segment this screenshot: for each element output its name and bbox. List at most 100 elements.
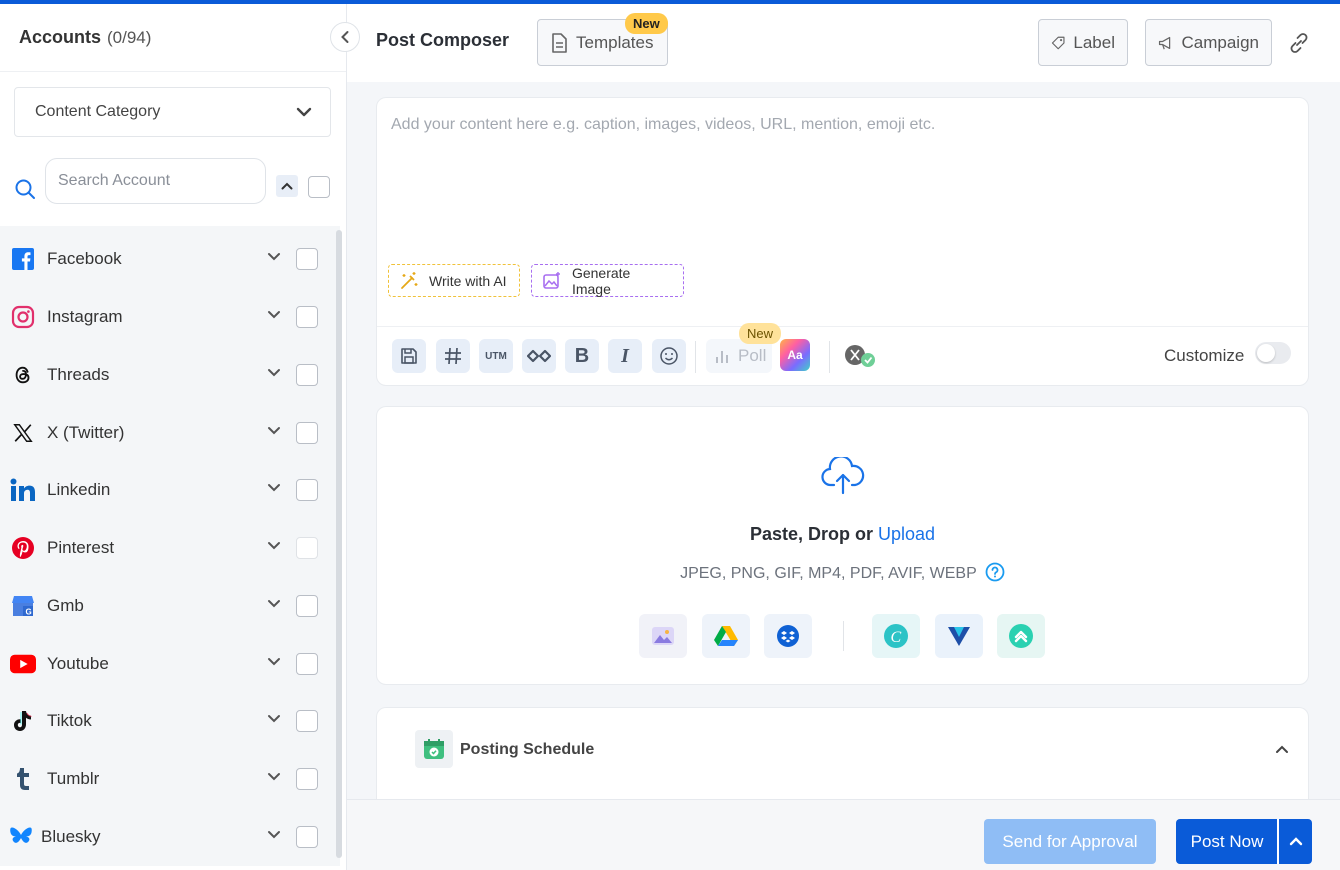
search-account-input[interactable] (45, 158, 266, 204)
bold-button[interactable]: B (565, 339, 599, 373)
shortlink-button[interactable] (522, 339, 556, 373)
x-twitter-icon (10, 420, 36, 446)
account-checkbox[interactable] (296, 652, 318, 675)
content-textarea[interactable] (391, 116, 1291, 236)
chevron-down-icon[interactable] (267, 599, 281, 608)
chevron-down-icon[interactable] (267, 252, 281, 261)
chevron-up-icon (1289, 837, 1302, 846)
chevron-left-icon (341, 31, 349, 43)
canva-icon: C (884, 624, 908, 648)
floppy-disk-icon (401, 348, 417, 364)
account-row-linkedin[interactable]: Linkedin (0, 461, 336, 518)
upload-link[interactable]: Upload (878, 524, 935, 544)
label-button[interactable]: Label (1038, 19, 1128, 66)
account-checkbox[interactable] (296, 825, 318, 848)
account-row-bluesky[interactable]: Bluesky (0, 808, 336, 865)
account-checkbox[interactable] (296, 594, 318, 617)
font-style-button[interactable]: Aa (780, 339, 810, 371)
account-checkbox[interactable] (296, 363, 318, 386)
poll-new-badge: New (739, 323, 782, 344)
magic-wand-icon (401, 271, 418, 289)
account-row-tumblr[interactable]: Tumblr (0, 750, 336, 807)
chevron-down-icon[interactable] (267, 426, 281, 435)
page-title: Post Composer (376, 30, 510, 50)
account-checkbox[interactable] (296, 767, 318, 790)
accounts-scrollbar[interactable] (336, 230, 342, 858)
utm-button[interactable]: UTM (479, 339, 513, 373)
content-category-label: Content Category (35, 103, 161, 120)
customize-toggle[interactable] (1255, 342, 1291, 364)
generate-image-button[interactable]: Generate Image (531, 264, 684, 297)
account-row-pinterest[interactable]: Pinterest (0, 519, 336, 576)
help-circle-icon[interactable] (985, 562, 1005, 582)
chevron-down-icon[interactable] (267, 541, 281, 550)
chain-diamond-icon (527, 349, 551, 363)
chevron-down-icon[interactable] (267, 830, 281, 839)
campaign-button-text: Campaign (1181, 32, 1260, 52)
chevron-up-icon[interactable] (1275, 745, 1289, 754)
post-options-button[interactable] (1279, 819, 1312, 864)
account-checkbox[interactable] (296, 709, 318, 732)
instagram-icon (10, 304, 36, 330)
poll-button[interactable]: Poll (706, 339, 772, 373)
send-for-approval-button[interactable]: Send for Approval (984, 819, 1156, 864)
account-row-youtube[interactable]: Youtube (0, 635, 336, 692)
account-name: Youtube (47, 653, 109, 673)
chevron-down-icon[interactable] (267, 483, 281, 492)
vistacreate-button[interactable] (935, 614, 983, 658)
account-checkbox[interactable] (296, 421, 318, 444)
sidebar-title: Accounts (19, 27, 102, 47)
chevron-down-icon[interactable] (267, 714, 281, 723)
account-checkbox[interactable] (296, 536, 318, 559)
account-name: Facebook (47, 248, 122, 268)
dropbox-button[interactable] (764, 614, 812, 658)
dropbox-icon (777, 625, 799, 647)
x-premium-toggle[interactable] (843, 343, 879, 371)
document-icon (552, 32, 567, 53)
toolbar-divider (377, 326, 1308, 327)
italic-button[interactable]: I (608, 339, 642, 373)
hashtag-button[interactable] (436, 339, 470, 373)
save-draft-button[interactable] (392, 339, 426, 373)
account-row-facebook[interactable]: Facebook (0, 230, 336, 287)
account-row-instagram[interactable]: Instagram (0, 288, 336, 345)
google-drive-button[interactable] (702, 614, 750, 658)
chevron-down-icon[interactable] (267, 368, 281, 377)
collapse-all-button[interactable] (276, 175, 298, 197)
supported-file-types: JPEG, PNG, GIF, MP4, PDF, AVIF, WEBP (377, 562, 1308, 583)
sidebar-collapse-button[interactable] (330, 22, 360, 52)
chevron-down-icon[interactable] (267, 772, 281, 781)
content-category-dropdown[interactable]: Content Category (14, 87, 331, 137)
threads-icon (10, 362, 36, 388)
canva-button[interactable]: C (872, 614, 920, 658)
chevron-down-icon[interactable] (267, 310, 281, 319)
tag-icon (1051, 36, 1065, 49)
write-with-ai-button[interactable]: Write with AI (388, 264, 520, 297)
search-icon[interactable] (14, 178, 36, 200)
sidebar-header: Accounts (0/94) (0, 4, 346, 72)
account-row-threads[interactable]: Threads (0, 346, 336, 403)
account-checkbox[interactable] (296, 247, 318, 270)
emoji-button[interactable] (652, 339, 686, 373)
media-upload-dropzone[interactable]: Paste, Drop or Upload JPEG, PNG, GIF, MP… (376, 406, 1309, 685)
toolbar-separator (829, 341, 830, 373)
account-row-x-twitter[interactable]: X (Twitter) (0, 404, 336, 461)
bluesky-icon (8, 824, 34, 850)
media-library-button[interactable] (639, 614, 687, 658)
link-icon[interactable] (1287, 31, 1311, 55)
facebook-icon (10, 246, 36, 272)
campaign-button[interactable]: Campaign (1145, 19, 1272, 66)
post-now-button[interactable]: Post Now (1176, 819, 1278, 864)
bar-chart-icon (716, 351, 728, 363)
select-all-checkbox[interactable] (308, 176, 330, 198)
postnitro-button[interactable] (997, 614, 1045, 658)
account-name: X (Twitter) (47, 422, 125, 442)
chevron-down-icon[interactable] (267, 657, 281, 666)
file-types-text: JPEG, PNG, GIF, MP4, PDF, AVIF, WEBP (680, 565, 977, 582)
account-checkbox[interactable] (296, 305, 318, 328)
account-row-tiktok[interactable]: Tiktok (0, 692, 336, 749)
account-name: Threads (47, 364, 110, 384)
account-name: Gmb (47, 595, 84, 615)
account-checkbox[interactable] (296, 478, 318, 501)
account-row-gmb[interactable]: G Gmb (0, 577, 336, 634)
